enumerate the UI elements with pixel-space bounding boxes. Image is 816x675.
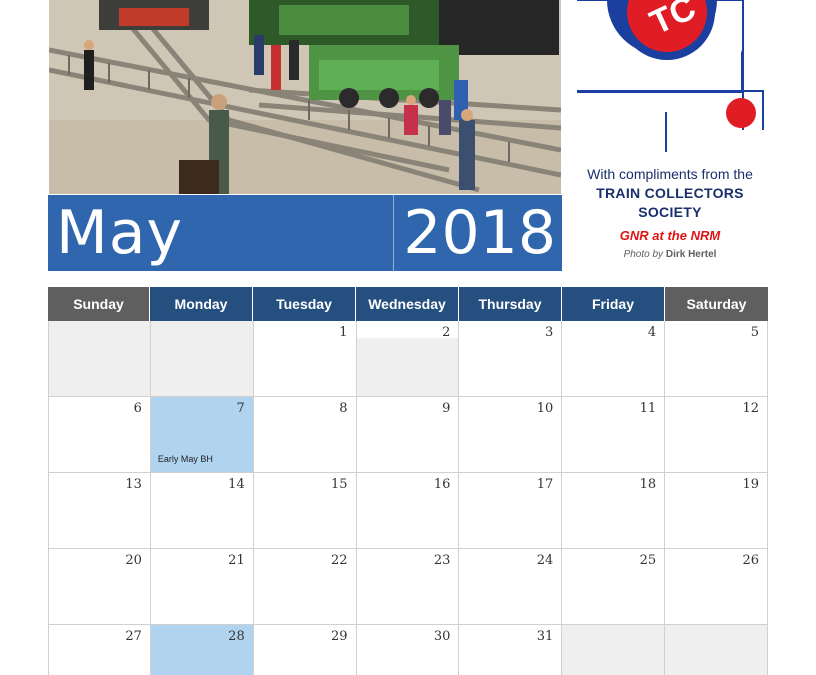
- weekday-header-friday: Friday: [562, 287, 665, 321]
- day-number: 7: [236, 401, 245, 416]
- day-number: 30: [433, 629, 451, 644]
- calendar-day-9: 9: [356, 397, 460, 473]
- weekday-header-monday: Monday: [150, 287, 253, 321]
- calendar-week-row: 1 2 3 4 5: [48, 321, 769, 397]
- calendar-day-17: 17: [459, 473, 563, 549]
- calendar-day-6: 6: [48, 397, 151, 473]
- weekday-header-wednesday: Wednesday: [356, 287, 459, 321]
- calendar-photo: [49, 0, 561, 194]
- calendar-day-1: 1: [253, 321, 357, 397]
- holiday-note: Early May BH: [157, 454, 213, 464]
- calendar-day-16: 16: [356, 473, 460, 549]
- day-number: 16: [433, 477, 451, 492]
- day-number: 1: [339, 325, 348, 340]
- day-number: 20: [125, 553, 142, 568]
- weekday-header-saturday: Saturday: [665, 287, 768, 321]
- day-number: 26: [742, 553, 760, 568]
- society-name-line1: TRAIN COLLECTORS: [596, 185, 744, 201]
- year-title: 2018: [403, 198, 556, 268]
- photo-caption: GNR at the NRM: [619, 228, 721, 243]
- calendar-day-26: 26: [665, 549, 769, 625]
- tcs-logo-icon: TC: [576, 0, 764, 152]
- calendar-day-10: 10: [459, 397, 563, 473]
- day-number: 13: [125, 477, 142, 492]
- day-number: 11: [639, 401, 657, 416]
- calendar-day-18: 18: [562, 473, 666, 549]
- photo-credit: Photo by Dirk Hertel: [570, 248, 770, 262]
- day-number: 21: [228, 553, 245, 568]
- calendar-day-29: 29: [253, 625, 357, 675]
- day-number: 14: [228, 477, 245, 492]
- calendar-week-row: 27 28 29 30 31: [48, 625, 769, 675]
- calendar-day-12: 12: [665, 397, 769, 473]
- day-number: 5: [750, 325, 760, 340]
- calendar-day-empty: [48, 321, 151, 397]
- day-number: 24: [536, 553, 554, 568]
- day-number: 10: [536, 401, 554, 416]
- weekday-header-thursday: Thursday: [459, 287, 562, 321]
- calendar-day-2: 2: [356, 321, 460, 397]
- calendar-day-24: 24: [459, 549, 563, 625]
- calendar-day-27: 27: [48, 625, 151, 675]
- day-number: 12: [742, 401, 760, 416]
- calendar-grid: Sunday Monday Tuesday Wednesday Thursday Frid…: [48, 287, 769, 675]
- compliments-text: With compliments from the: [587, 166, 753, 182]
- calendar-day-22: 22: [253, 549, 357, 625]
- banner-divider: [393, 195, 394, 271]
- photo-by-label: Photo by: [623, 249, 664, 260]
- calendar-day-empty: [562, 625, 666, 675]
- day-number: 23: [433, 553, 451, 568]
- tcs-logo: TC: [576, 0, 767, 160]
- day-number: 31: [536, 629, 554, 644]
- day-number: 18: [639, 477, 657, 492]
- day-number: 3: [545, 325, 554, 340]
- day-number: 17: [536, 477, 554, 492]
- calendar-day-14: 14: [150, 473, 254, 549]
- weekday-header-sunday: Sunday: [48, 287, 150, 321]
- month-title: May: [56, 198, 184, 268]
- calendar-day-8: 8: [253, 397, 357, 473]
- calendar-day-20: 20: [48, 549, 151, 625]
- model-railway-image: [49, 0, 561, 194]
- calendar-week-row: 20 21 22 23 24 25 26: [48, 549, 769, 625]
- day-number: 25: [639, 553, 657, 568]
- calendar-day-15: 15: [253, 473, 357, 549]
- calendar-day-31: 31: [459, 625, 563, 675]
- day-number: 19: [742, 477, 760, 492]
- calendar-week-row: 13 14 15 16 17 18 19: [48, 473, 769, 549]
- calendar-day-13: 13: [48, 473, 151, 549]
- calendar-day-23: 23: [356, 549, 460, 625]
- day-number: 22: [331, 553, 348, 568]
- photographer-name: Dirk Hertel: [665, 249, 717, 260]
- weekday-header-row: Sunday Monday Tuesday Wednesday Thursday Frid…: [48, 287, 768, 321]
- day-number: 29: [331, 629, 348, 644]
- calendar-day-5: 5: [665, 321, 769, 397]
- calendar-week-row: 6 7 Early May BH 8 9 10 11 12: [48, 397, 769, 473]
- calendar-day-30: 30: [356, 625, 460, 675]
- day-number: 9: [442, 401, 451, 416]
- compliments-block: With compliments from the TRAIN COLLECTO…: [570, 164, 770, 262]
- calendar-day-3: 3: [459, 321, 563, 397]
- day-number: 8: [339, 401, 348, 416]
- calendar-day-4: 4: [562, 321, 666, 397]
- calendar-day-28: 28: [150, 625, 254, 675]
- weekday-header-tuesday: Tuesday: [253, 287, 356, 321]
- calendar-day-empty: [150, 321, 254, 397]
- calendar-day-7: 7 Early May BH: [150, 397, 254, 473]
- calendar-day-11: 11: [562, 397, 666, 473]
- day-number: 4: [647, 325, 657, 340]
- calendar-day-21: 21: [150, 549, 254, 625]
- day-number: 6: [133, 401, 142, 416]
- month-banner: May 2018: [48, 195, 562, 271]
- calendar-weeks: 1 2 3 4 5 6 7 Early May BH 8 9 10 11 12 13 14 15 16 17 18 1…: [48, 321, 769, 675]
- calendar-day-19: 19: [665, 473, 769, 549]
- day-number: 28: [228, 629, 245, 644]
- calendar-day-empty: [665, 625, 769, 675]
- day-number: 15: [331, 477, 348, 492]
- day-number: 27: [125, 629, 142, 644]
- day-number: 2: [442, 325, 451, 340]
- calendar-day-25: 25: [562, 549, 666, 625]
- society-name-line2: SOCIETY: [638, 204, 702, 220]
